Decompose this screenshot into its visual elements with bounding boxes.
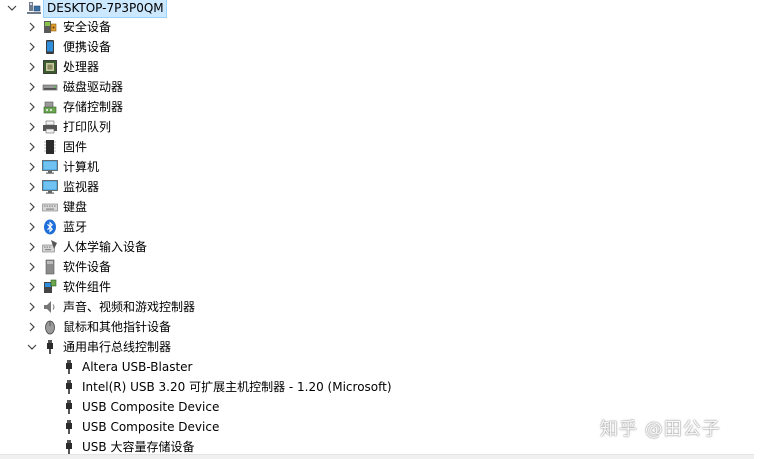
- monitor-icon: [42, 179, 58, 195]
- tree-category-row[interactable]: 安全设备: [0, 17, 754, 37]
- monitor-icon: [42, 159, 58, 175]
- tree-category-label: 键盘: [63, 200, 88, 214]
- software-component-icon: [42, 279, 58, 295]
- device-manager-tree: DESKTOP-7P3P0QM 安全设备便携设备处理器磁盘驱动器存储控制器打印队…: [0, 0, 761, 459]
- tree-device-label: USB Composite Device: [82, 400, 220, 414]
- firmware-icon: [42, 139, 58, 155]
- tree-category-label: 蓝牙: [63, 220, 88, 234]
- tree-category-row[interactable]: 便携设备: [0, 37, 754, 57]
- tree-category-row[interactable]: 软件组件: [0, 277, 754, 297]
- tree-category-label: 存储控制器: [63, 100, 124, 114]
- tree-category-label: 软件组件: [63, 280, 112, 294]
- tree-category-label: 计算机: [63, 160, 100, 174]
- horizontal-scrollbar[interactable]: [0, 454, 754, 459]
- security-device-icon: [42, 19, 58, 35]
- tree-category-label: 人体学输入设备: [63, 240, 148, 254]
- disk-drive-icon: [42, 79, 58, 95]
- tree-category-row[interactable]: 存储控制器: [0, 97, 754, 117]
- tree-category-row[interactable]: 通用串行总线控制器: [0, 337, 754, 357]
- portable-device-icon: [42, 39, 58, 55]
- usb-icon: [42, 339, 58, 355]
- usb-plug-icon: [61, 359, 77, 375]
- storage-controller-icon: [42, 99, 58, 115]
- chevron-down-icon[interactable]: [6, 2, 18, 14]
- chevron-right-icon[interactable]: [26, 221, 38, 233]
- tree-device-label: USB Composite Device: [82, 420, 220, 434]
- tree-root-label: DESKTOP-7P3P0QM: [43, 0, 167, 18]
- tree-root-row[interactable]: DESKTOP-7P3P0QM: [0, 0, 754, 18]
- chevron-right-icon[interactable]: [26, 161, 38, 173]
- chevron-right-icon[interactable]: [26, 41, 38, 53]
- chevron-right-icon[interactable]: [26, 121, 38, 133]
- tree-category-row[interactable]: 声音、视频和游戏控制器: [0, 297, 754, 317]
- tree-category-label: 通用串行总线控制器: [63, 340, 172, 354]
- tree-device-label: Altera USB-Blaster: [82, 360, 193, 374]
- usb-plug-icon: [61, 439, 77, 455]
- tree-category-row[interactable]: 监视器: [0, 177, 754, 197]
- software-device-icon: [42, 259, 58, 275]
- chevron-right-icon[interactable]: [26, 301, 38, 313]
- tree-category-row[interactable]: 固件: [0, 137, 754, 157]
- watermark: 知乎 @田公子: [600, 419, 721, 440]
- processor-icon: [42, 59, 58, 75]
- chevron-right-icon[interactable]: [26, 321, 38, 333]
- tree-category-label: 打印队列: [63, 120, 112, 134]
- tree-category-row[interactable]: 处理器: [0, 57, 754, 77]
- tree-category-row[interactable]: 键盘: [0, 197, 754, 217]
- chevron-right-icon[interactable]: [26, 281, 38, 293]
- chevron-right-icon[interactable]: [26, 261, 38, 273]
- speaker-icon: [42, 299, 58, 315]
- tree-category-label: 处理器: [63, 60, 100, 74]
- tree-category-label: 鼠标和其他指针设备: [63, 320, 172, 334]
- bluetooth-icon: [42, 219, 58, 235]
- chevron-right-icon[interactable]: [26, 81, 38, 93]
- tree-category-label: 软件设备: [63, 260, 112, 274]
- tree-category-row[interactable]: 鼠标和其他指针设备: [0, 317, 754, 337]
- tree-category-row[interactable]: 人体学输入设备: [0, 237, 754, 257]
- chevron-right-icon[interactable]: [26, 201, 38, 213]
- printer-icon: [42, 119, 58, 135]
- chevron-right-icon[interactable]: [26, 101, 38, 113]
- tree-device-row[interactable]: Altera USB-Blaster: [0, 357, 754, 377]
- vertical-scrollbar[interactable]: [754, 0, 761, 459]
- tree-device-row[interactable]: Intel(R) USB 3.20 可扩展主机控制器 - 1.20 (Micro…: [0, 377, 754, 397]
- tree-category-label: 安全设备: [63, 20, 112, 34]
- hid-icon: [42, 239, 58, 255]
- keyboard-icon: [42, 199, 58, 215]
- computer-icon: [26, 0, 42, 16]
- chevron-right-icon[interactable]: [26, 141, 38, 153]
- usb-plug-icon: [61, 379, 77, 395]
- chevron-right-icon[interactable]: [26, 61, 38, 73]
- tree-category-row[interactable]: 软件设备: [0, 257, 754, 277]
- tree-category-label: 监视器: [63, 180, 100, 194]
- chevron-down-icon[interactable]: [26, 341, 38, 353]
- tree-category-row[interactable]: 蓝牙: [0, 217, 754, 237]
- chevron-right-icon[interactable]: [26, 181, 38, 193]
- tree-category-label: 便携设备: [63, 40, 112, 54]
- usb-plug-icon: [61, 419, 77, 435]
- chevron-right-icon[interactable]: [26, 21, 38, 33]
- tree-category-row[interactable]: 打印队列: [0, 117, 754, 137]
- mouse-icon: [42, 319, 58, 335]
- tree-category-row[interactable]: 磁盘驱动器: [0, 77, 754, 97]
- tree-category-label: 磁盘驱动器: [63, 80, 124, 94]
- tree-category-row[interactable]: 计算机: [0, 157, 754, 177]
- tree-device-row[interactable]: USB Composite Device: [0, 397, 754, 417]
- tree-device-label: Intel(R) USB 3.20 可扩展主机控制器 - 1.20 (Micro…: [82, 380, 392, 394]
- tree-category-label: 固件: [63, 140, 88, 154]
- usb-plug-icon: [61, 399, 77, 415]
- chevron-right-icon[interactable]: [26, 241, 38, 253]
- tree-category-label: 声音、视频和游戏控制器: [63, 300, 196, 314]
